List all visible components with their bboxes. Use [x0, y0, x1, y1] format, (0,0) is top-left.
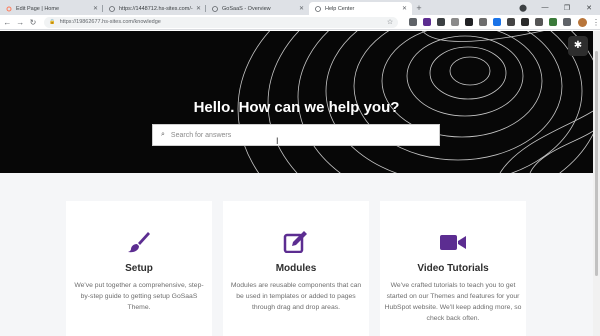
browser-menu-icon[interactable]: ⋮ [592, 18, 600, 27]
address-bar[interactable]: 🔒 https://19862677.hs-sites.com/knowledg… [44, 16, 399, 28]
card-title: Modules [275, 263, 317, 274]
close-icon[interactable]: ✕ [402, 5, 407, 12]
close-icon[interactable]: ✕ [196, 5, 201, 12]
extension-icon[interactable] [437, 18, 446, 26]
globe-icon [109, 5, 115, 12]
card-setup[interactable]: Setup We've put together a comprehensive… [66, 201, 212, 336]
text-cursor-icon: I [276, 136, 279, 146]
pen-icon[interactable] [409, 18, 418, 26]
browser-toolbar: ← → ↻ 🔒 https://19862677.hs-sites.com/kn… [0, 15, 600, 30]
tab-gosaas-overview[interactable]: GoSaaS - Overview ✕ [206, 2, 309, 15]
category-section: Setup We've put together a comprehensive… [0, 173, 593, 336]
reload-icon[interactable]: ↻ [28, 18, 39, 27]
card-description: Modules are reusable components that can… [230, 282, 362, 311]
close-icon[interactable]: ✕ [93, 5, 98, 12]
extension-icon[interactable] [451, 18, 460, 26]
extensions-puzzle-icon[interactable] [563, 18, 572, 26]
extensions-area [406, 18, 574, 26]
profile-menu-icon[interactable]: ⬤ [512, 4, 534, 12]
page-title: Hello. How can we help you? [193, 99, 400, 116]
extension-icon[interactable] [535, 18, 544, 26]
extension-icon[interactable] [465, 18, 474, 26]
card-modules[interactable]: Modules Modules are reusable components … [223, 201, 369, 336]
extension-icon[interactable] [507, 18, 516, 26]
globe-icon [315, 5, 321, 12]
tab-title: https://1448712.hs-sites.com/-... [119, 5, 193, 12]
card-description: We've put together a comprehensive, step… [74, 282, 204, 311]
video-camera-icon [380, 231, 526, 253]
avatar[interactable] [578, 17, 587, 27]
card-description: We've crafted tutorials to teach you to … [384, 282, 522, 322]
tab-hs-sites[interactable]: https://1448712.hs-sites.com/-... ✕ [103, 2, 206, 15]
hubspot-sprocket-button[interactable]: ✱ [568, 36, 588, 56]
extension-icon[interactable] [479, 18, 488, 26]
extension-icon[interactable] [493, 18, 502, 26]
page-scrollbar-thumb[interactable] [595, 51, 598, 276]
hubspot-sprocket-icon [6, 6, 12, 12]
globe-icon [212, 5, 218, 12]
bookmark-star-icon[interactable]: ☆ [387, 18, 393, 26]
forward-icon[interactable]: → [15, 18, 26, 27]
lock-icon[interactable]: 🔒 [49, 19, 55, 25]
card-video-tutorials[interactable]: Video Tutorials We've crafted tutorials … [380, 201, 526, 336]
close-window-icon[interactable]: ✕ [578, 4, 600, 12]
tab-title: Help Center [325, 5, 355, 12]
edit-square-icon [223, 231, 369, 254]
search-input[interactable]: ⌕ Search for answers [152, 124, 440, 146]
tab-help-center[interactable]: Help Center ✕ [309, 2, 412, 15]
hero-section: Hello. How can we help you? ⌕ Search for… [0, 31, 593, 173]
extension-icon[interactable] [521, 18, 530, 26]
back-icon[interactable]: ← [2, 18, 13, 27]
url-text[interactable]: https://19862677.hs-sites.com/knowledge [60, 19, 161, 25]
tab-edit-page[interactable]: Edit Page | Home ✕ [0, 2, 103, 15]
window-controls: ⬤ — ❐ ✕ [512, 0, 600, 15]
tab-title: Edit Page | Home [16, 5, 60, 12]
new-tab-button[interactable]: + [412, 2, 426, 15]
browser-tab-bar: Edit Page | Home ✕ https://1448712.hs-si… [0, 0, 600, 15]
search-placeholder: Search for answers [170, 131, 232, 139]
card-title: Video Tutorials [417, 263, 489, 274]
close-icon[interactable]: ✕ [299, 5, 304, 12]
card-title: Setup [125, 263, 153, 274]
paintbrush-icon [66, 231, 212, 253]
maximize-icon[interactable]: ❐ [556, 4, 578, 12]
extension-icon[interactable] [423, 18, 432, 26]
search-icon: ⌕ [161, 131, 165, 138]
minimize-icon[interactable]: — [534, 4, 556, 11]
extension-icon[interactable] [549, 18, 558, 26]
tab-title: GoSaaS - Overview [222, 5, 271, 12]
page-viewport: Hello. How can we help you? ⌕ Search for… [0, 31, 600, 336]
